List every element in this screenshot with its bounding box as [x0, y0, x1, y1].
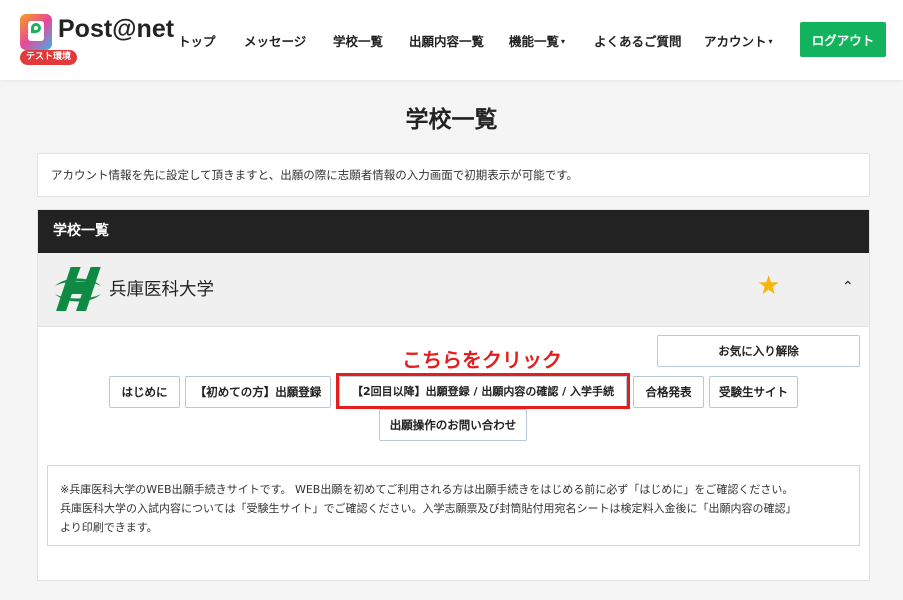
page-title: 学校一覧 [405, 107, 498, 133]
hyogo-medical-university-logo-icon [55, 267, 101, 311]
top-header: Post@net テスト環境 トップ メッセージ 学校一覧 出願内容一覧 機能一… [0, 0, 903, 80]
school-row-header[interactable]: 兵庫医科大学 ★ ⌃ [38, 253, 869, 327]
contact-inquiry-button[interactable]: 出願操作のお問い合わせ [379, 409, 527, 441]
logo-text: Post@net [58, 15, 175, 43]
remove-favorite-button[interactable]: お気に入り解除 [657, 335, 860, 367]
nav-messages[interactable]: メッセージ [244, 31, 306, 51]
returning-registration-confirm-enroll-button[interactable]: 【2回目以降】出願登録 / 出願内容の確認 / 入学手続 [339, 376, 627, 408]
school-name: 兵庫医科大学 [109, 280, 214, 300]
dropdown-caret-icon: ▾ [561, 37, 566, 46]
note-line: 兵庫医科大学の入試内容については「受験生サイト」でご確認ください。入学志願票及び… [60, 502, 797, 515]
note-line: ※兵庫医科大学のWEB出願手続きサイトです。 WEB出願を初めてご利用される方は… [60, 483, 794, 496]
chevron-up-icon[interactable]: ⌃ [842, 279, 854, 295]
nav-top[interactable]: トップ [178, 31, 216, 51]
click-here-annotation: こちらをクリック [402, 348, 562, 372]
school-notes: ※兵庫医科大学のWEB出願手続きサイトです。 WEB出願を初めてご利用される方は… [47, 465, 860, 546]
getting-started-button[interactable]: はじめに [109, 376, 180, 408]
applicant-site-button[interactable]: 受験生サイト [709, 376, 798, 408]
star-icon[interactable]: ★ [757, 271, 780, 301]
exam-results-button[interactable]: 合格発表 [633, 376, 704, 408]
dropdown-caret-icon: ▾ [768, 37, 773, 46]
first-time-registration-button[interactable]: 【初めての方】出願登録 [185, 376, 331, 408]
postanet-logo[interactable]: Post@net テスト環境 [20, 14, 174, 66]
test-environment-badge: テスト環境 [20, 50, 78, 65]
logout-button[interactable]: ログアウト [800, 22, 886, 57]
nav-faq[interactable]: よくあるご質問 [594, 31, 682, 51]
nav-account-dropdown[interactable]: アカウント ▾ [704, 31, 773, 51]
nav-features-dropdown[interactable]: 機能一覧 ▾ [509, 31, 565, 51]
panel-title: 学校一覧 [38, 210, 869, 253]
logo-mark-icon [20, 14, 52, 50]
nav-school-list[interactable]: 学校一覧 [333, 31, 383, 51]
account-info-notice: アカウント情報を先に設定して頂きますと、出願の際に志願者情報の入力画面で初期表示… [37, 153, 870, 197]
note-line: より印刷できます。 [60, 521, 158, 534]
nav-application-list[interactable]: 出願内容一覧 [409, 31, 484, 51]
